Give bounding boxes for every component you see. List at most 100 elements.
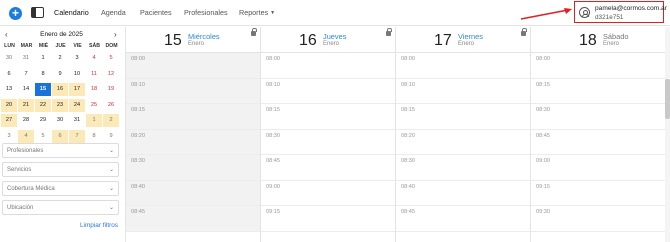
calendar-day[interactable]: 23 xyxy=(52,98,68,112)
filter-servicios[interactable]: Servicios ⌄ xyxy=(2,162,119,177)
nav-agenda[interactable]: Agenda xyxy=(101,8,126,17)
time-slot[interactable]: 08:15 xyxy=(396,104,530,130)
vertical-scrollbar[interactable] xyxy=(665,27,670,242)
calendar-day[interactable]: 1 xyxy=(86,114,102,127)
time-slot[interactable]: 08:40 xyxy=(126,180,260,206)
calendar-day[interactable]: 11 xyxy=(86,68,102,81)
calendar-day[interactable]: 20 xyxy=(1,98,17,112)
calendar-day[interactable]: 8 xyxy=(35,68,51,81)
calendar-day[interactable]: 10 xyxy=(69,68,85,81)
calendar-day[interactable]: 16 xyxy=(52,83,68,96)
calendar-day[interactable]: 3 xyxy=(69,52,85,65)
time-slot[interactable]: 08:00 xyxy=(261,53,395,79)
calendar-day[interactable]: 13 xyxy=(1,83,17,96)
time-slot[interactable]: 08:00 xyxy=(396,53,530,79)
calendar-day[interactable]: 2 xyxy=(103,114,119,127)
time-slot[interactable]: 08:30 xyxy=(531,104,665,130)
time-slot[interactable]: 08:00 xyxy=(126,53,260,79)
calendar-day[interactable]: 15 xyxy=(35,83,51,96)
nav-reportes[interactable]: Reportes ▼ xyxy=(239,8,275,17)
time-slot-label: 08:00 xyxy=(401,56,415,62)
filter-ubicacion[interactable]: Ubicación ⌄ xyxy=(2,200,119,215)
calendar-day[interactable]: 5 xyxy=(103,52,119,65)
calendar-day[interactable]: 21 xyxy=(18,98,34,112)
calendar-day[interactable]: 9 xyxy=(103,130,119,143)
time-slot[interactable]: 09:15 xyxy=(531,181,665,206)
time-slot[interactable]: 08:45 xyxy=(126,206,260,232)
calendar-day[interactable]: 24 xyxy=(69,98,85,112)
calendar-day[interactable]: 30 xyxy=(52,114,68,127)
nav-pacientes[interactable]: Pacientes xyxy=(140,8,172,17)
time-slot[interactable]: 08:15 xyxy=(531,79,665,104)
scroll-thumb[interactable] xyxy=(665,79,670,119)
time-slot[interactable]: 09:15 xyxy=(261,206,395,232)
mini-calendar-title: Enero de 2025 xyxy=(40,31,83,38)
filter-cobertura[interactable]: Cobertura Médica ⌄ xyxy=(2,181,119,196)
calendar-day[interactable]: 6 xyxy=(52,129,68,143)
sidebar-toggle-icon[interactable] xyxy=(31,7,44,18)
nav-calendario[interactable]: Calendario xyxy=(54,8,89,17)
time-slot[interactable]: 09:00 xyxy=(261,181,395,206)
calendar-day[interactable]: 27 xyxy=(1,114,17,127)
calendar-day[interactable]: 14 xyxy=(18,83,34,96)
calendar-day[interactable]: 31 xyxy=(18,52,34,65)
time-slot[interactable]: 08:10 xyxy=(261,79,395,104)
time-slot[interactable]: 08:45 xyxy=(396,206,530,232)
calendar-day[interactable]: 30 xyxy=(1,52,17,65)
calendar-day[interactable]: 12 xyxy=(103,68,119,81)
time-slot[interactable]: 08:20 xyxy=(126,129,260,155)
chevron-down-icon: ⌄ xyxy=(108,205,114,211)
filter-profesionales[interactable]: Profesionales ⌄ xyxy=(2,143,119,158)
time-slot[interactable]: 08:40 xyxy=(396,181,530,206)
calendar-day[interactable]: 31 xyxy=(69,114,85,127)
lock-icon xyxy=(251,28,258,36)
add-button[interactable]: + xyxy=(9,7,22,20)
time-slot[interactable]: 08:30 xyxy=(396,155,530,181)
calendar-day[interactable]: 5 xyxy=(35,130,51,143)
calendar-day[interactable]: 29 xyxy=(35,114,51,127)
time-slot[interactable]: 08:10 xyxy=(126,78,260,104)
time-slot[interactable]: 08:30 xyxy=(261,130,395,155)
time-slot[interactable]: 08:45 xyxy=(531,130,665,155)
caret-down-icon: ▼ xyxy=(270,10,276,17)
calendar-day[interactable]: 6 xyxy=(1,68,17,81)
calendar-day[interactable]: 28 xyxy=(18,114,34,127)
time-slot-label: 08:45 xyxy=(266,158,280,164)
calendar-day[interactable]: 17 xyxy=(69,83,85,96)
time-slot[interactable]: 08:00 xyxy=(531,53,665,79)
month-name: Enero xyxy=(603,41,620,47)
calendar-day[interactable]: 22 xyxy=(35,98,51,112)
calendar-day[interactable]: 7 xyxy=(18,68,34,81)
calendar-day[interactable]: 18 xyxy=(86,83,102,96)
calendar-day[interactable]: 8 xyxy=(86,130,102,143)
calendar-day[interactable]: 1 xyxy=(35,52,51,65)
clear-filters-link[interactable]: Limpiar filtros xyxy=(80,222,118,229)
calendar-day[interactable]: 2 xyxy=(52,52,68,65)
time-slot[interactable]: 09:30 xyxy=(531,206,665,232)
lock-icon xyxy=(521,28,528,36)
next-month-icon[interactable]: › xyxy=(114,30,117,39)
time-slot-label: 08:30 xyxy=(266,132,280,139)
time-slot-label: 09:15 xyxy=(536,183,550,190)
time-slot-label: 08:00 xyxy=(266,56,280,62)
time-slot[interactable]: 08:15 xyxy=(261,104,395,130)
time-slot-label: 08:40 xyxy=(401,183,415,190)
time-slot[interactable]: 08:10 xyxy=(396,79,530,104)
calendar-day[interactable]: 19 xyxy=(103,83,119,96)
calendar-day[interactable]: 9 xyxy=(52,68,68,81)
weekday-label: JUE xyxy=(55,43,66,49)
calendar-day[interactable]: 25 xyxy=(86,99,102,112)
user-menu[interactable]: pamela@cormos.com.ar d321e751 xyxy=(574,1,667,23)
time-slot[interactable]: 08:15 xyxy=(126,104,260,130)
time-slot[interactable]: 08:45 xyxy=(261,155,395,181)
calendar-day[interactable]: 4 xyxy=(86,52,102,65)
time-slot[interactable]: 09:00 xyxy=(531,155,665,181)
time-slot[interactable]: 08:30 xyxy=(126,155,260,181)
nav-profesionales[interactable]: Profesionales xyxy=(184,8,228,17)
time-slot[interactable]: 08:20 xyxy=(396,130,530,155)
calendar-day[interactable]: 7 xyxy=(69,129,85,143)
calendar-day[interactable]: 26 xyxy=(103,99,119,112)
day-column: 18 Sábado Enero 08:00 08:15 08:30 08:45 09:00 09… xyxy=(530,27,665,242)
calendar-day[interactable]: 3 xyxy=(1,130,17,143)
calendar-day[interactable]: 4 xyxy=(18,129,34,143)
